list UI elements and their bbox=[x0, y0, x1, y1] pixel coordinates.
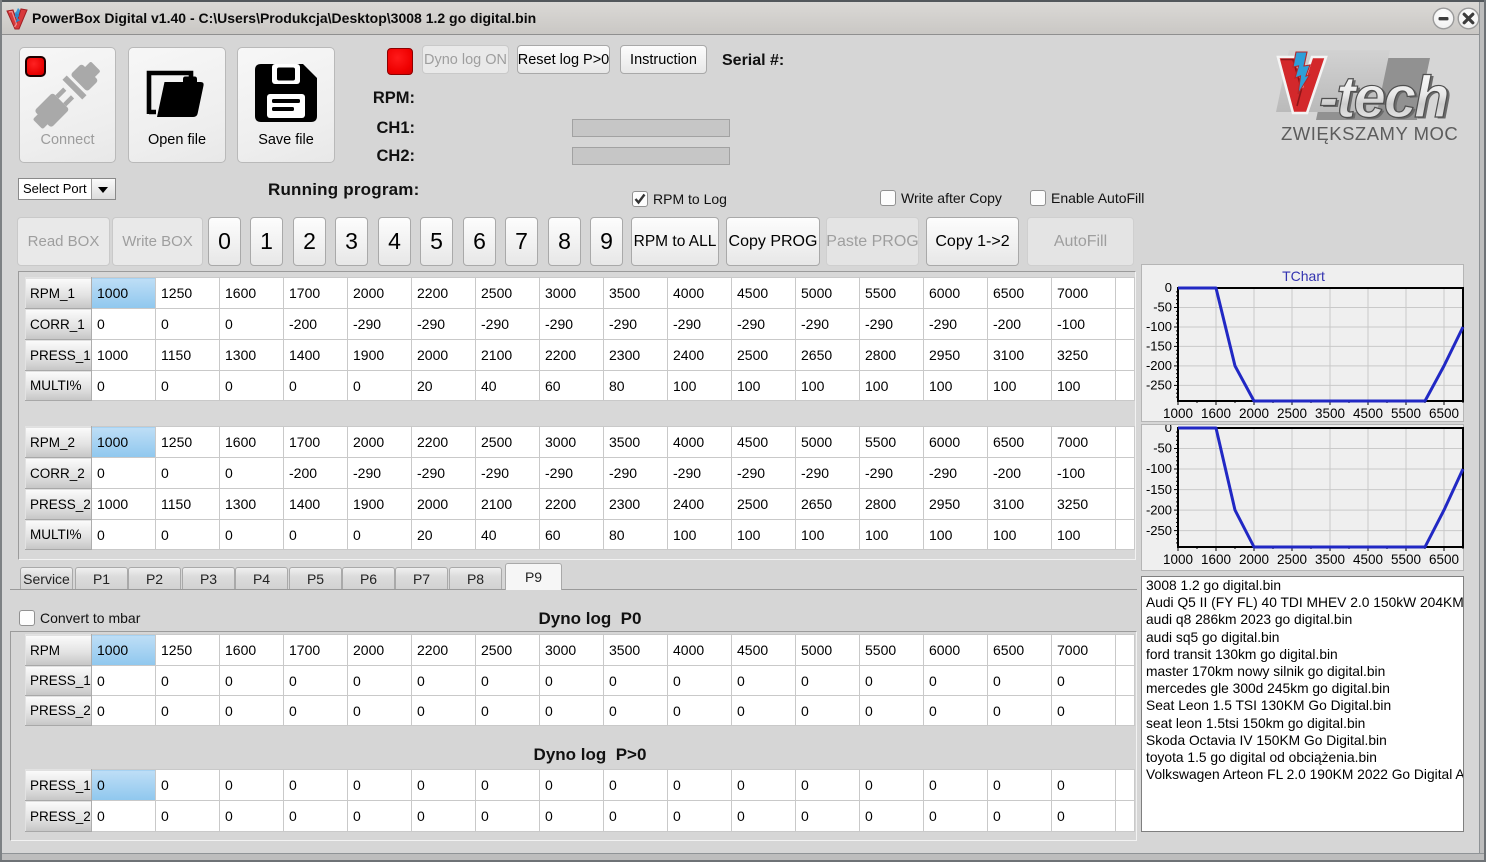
svg-text:6500: 6500 bbox=[1429, 406, 1459, 421]
svg-text:-200: -200 bbox=[1146, 502, 1172, 517]
svg-text:5500: 5500 bbox=[1391, 552, 1421, 567]
svg-text:-200: -200 bbox=[1146, 358, 1172, 373]
svg-text:5500: 5500 bbox=[1391, 406, 1421, 421]
svg-text:1600: 1600 bbox=[1201, 552, 1231, 567]
svg-text:-250: -250 bbox=[1146, 378, 1172, 393]
svg-text:ZWIĘKSZAMY MOC: ZWIĘKSZAMY MOC bbox=[1281, 123, 1458, 144]
svg-text:2500: 2500 bbox=[1277, 406, 1307, 421]
svg-text:4500: 4500 bbox=[1353, 406, 1383, 421]
svg-text:-100: -100 bbox=[1146, 461, 1172, 476]
svg-text:2000: 2000 bbox=[1239, 552, 1269, 567]
svg-text:-tech: -tech bbox=[1319, 65, 1448, 130]
svg-text:1600: 1600 bbox=[1201, 406, 1231, 421]
svg-text:-50: -50 bbox=[1153, 441, 1172, 456]
svg-text:-250: -250 bbox=[1146, 523, 1172, 538]
svg-text:2000: 2000 bbox=[1239, 406, 1269, 421]
svg-text:-100: -100 bbox=[1146, 319, 1172, 334]
svg-text:1000: 1000 bbox=[1163, 552, 1193, 567]
svg-text:4500: 4500 bbox=[1353, 552, 1383, 567]
svg-text:0: 0 bbox=[1165, 425, 1172, 435]
svg-text:-50: -50 bbox=[1153, 300, 1172, 315]
svg-text:TChart: TChart bbox=[1282, 268, 1325, 284]
svg-text:2500: 2500 bbox=[1277, 552, 1307, 567]
svg-text:-150: -150 bbox=[1146, 339, 1172, 354]
svg-text:6500: 6500 bbox=[1429, 552, 1459, 567]
svg-text:1000: 1000 bbox=[1163, 406, 1193, 421]
svg-text:-150: -150 bbox=[1146, 482, 1172, 497]
svg-text:3500: 3500 bbox=[1315, 552, 1345, 567]
svg-text:3500: 3500 bbox=[1315, 406, 1345, 421]
svg-text:0: 0 bbox=[1165, 280, 1172, 295]
